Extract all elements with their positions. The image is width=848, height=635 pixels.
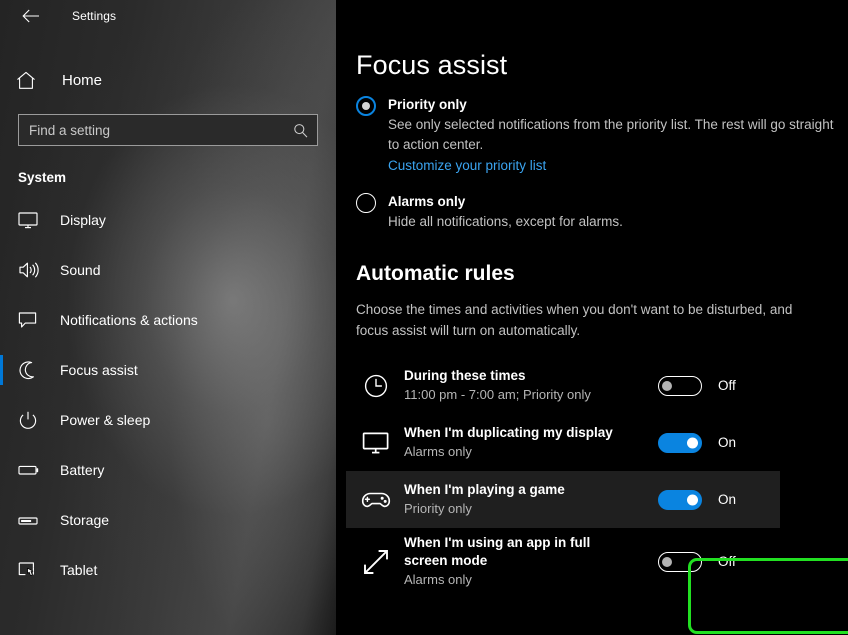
power-icon xyxy=(18,411,44,430)
rule-title: When I'm duplicating my display xyxy=(404,425,613,440)
window-title: Settings xyxy=(72,9,117,23)
back-button[interactable] xyxy=(12,1,50,31)
moon-icon xyxy=(18,360,44,380)
toggle-full-screen-app[interactable] xyxy=(658,551,702,572)
page-title: Focus assist xyxy=(356,50,508,80)
sidebar-item-home[interactable]: Home xyxy=(0,60,336,100)
home-icon xyxy=(16,71,48,90)
active-indicator xyxy=(0,405,3,435)
toggle-state-label: Off xyxy=(718,378,736,393)
rule-row-full-screen-app[interactable]: When I'm using an app in full screen mod… xyxy=(346,528,848,595)
speaker-icon xyxy=(18,261,44,279)
search-input[interactable] xyxy=(29,122,291,138)
sidebar: Settings Home System xyxy=(0,0,336,635)
sidebar-item-tablet[interactable]: Tablet xyxy=(0,545,336,595)
rule-row-during-these-times[interactable]: During these times 11:00 pm - 7:00 am; P… xyxy=(346,357,848,414)
rule-subtitle: Alarms only xyxy=(404,572,472,587)
monitor-icon xyxy=(356,431,396,455)
rule-subtitle: Alarms only xyxy=(404,444,472,459)
toggle-state-label: Off xyxy=(718,554,736,569)
rule-title: When I'm using an app in full screen mod… xyxy=(404,535,591,568)
radio-option-priority-only-title: Priority only xyxy=(388,97,467,112)
active-indicator xyxy=(0,255,3,285)
active-indicator xyxy=(0,555,3,585)
monitor-icon xyxy=(18,211,44,229)
rule-title: During these times xyxy=(404,368,526,383)
sidebar-item-focus-assist[interactable]: Focus assist xyxy=(0,345,336,395)
radio-button-selected[interactable] xyxy=(356,96,376,116)
sidebar-item-sound[interactable]: Sound xyxy=(0,245,336,295)
radio-option-alarms-only-title: Alarms only xyxy=(388,194,466,209)
radio-option-priority-only[interactable]: Priority only See only selected notifica… xyxy=(336,95,848,176)
toggle-duplicating-display[interactable] xyxy=(658,432,702,453)
rule-row-duplicating-display[interactable]: When I'm duplicating my display Alarms o… xyxy=(346,414,848,471)
sidebar-item-notifications[interactable]: Notifications & actions xyxy=(0,295,336,345)
sidebar-item-display-label: Display xyxy=(60,212,106,228)
automatic-rules-description: Choose the times and activities when you… xyxy=(356,302,793,338)
sidebar-item-storage[interactable]: Storage xyxy=(0,495,336,545)
storage-drive-icon xyxy=(18,514,44,527)
radio-option-alarms-only-description: Hide all notifications, except for alarm… xyxy=(388,214,623,229)
battery-icon xyxy=(18,463,44,477)
clock-icon xyxy=(356,373,396,399)
sidebar-item-battery[interactable]: Battery xyxy=(0,445,336,495)
toggle-state-label: On xyxy=(718,492,737,507)
toggle-during-these-times[interactable] xyxy=(658,375,702,396)
search-box[interactable] xyxy=(18,114,318,146)
sidebar-item-power-sleep-label: Power & sleep xyxy=(60,412,151,428)
sidebar-section-title: System xyxy=(18,170,67,185)
back-arrow-icon xyxy=(22,9,40,23)
focus-mode-radio-group: Priority only See only selected notifica… xyxy=(336,95,848,232)
radio-option-alarms-only[interactable]: Alarms only Hide all notifications, exce… xyxy=(336,192,848,232)
radio-option-priority-only-description: See only selected notifications from the… xyxy=(388,117,834,152)
title-bar: Settings xyxy=(0,0,336,32)
settings-window: Settings Home System xyxy=(0,0,848,635)
customize-priority-list-link[interactable]: Customize your priority list xyxy=(388,156,546,176)
main-content: Focus assist Priority only See only sele… xyxy=(336,0,848,635)
active-indicator xyxy=(0,205,3,235)
toggle-playing-a-game[interactable] xyxy=(658,489,702,510)
sidebar-item-battery-label: Battery xyxy=(60,462,105,478)
automatic-rules-list: During these times 11:00 pm - 7:00 am; P… xyxy=(336,357,848,595)
sidebar-item-home-label: Home xyxy=(62,71,103,89)
rule-row-playing-a-game[interactable]: When I'm playing a game Priority only On xyxy=(346,471,780,528)
active-indicator xyxy=(0,355,3,385)
rule-subtitle: Priority only xyxy=(404,501,472,516)
sidebar-nav-list: Display Sound Notifications & actions Fo… xyxy=(0,195,336,595)
tablet-touch-icon xyxy=(18,561,44,580)
notification-balloon-icon xyxy=(18,311,44,329)
sidebar-item-storage-label: Storage xyxy=(60,512,110,528)
active-indicator xyxy=(0,305,3,335)
fullscreen-arrows-icon xyxy=(356,547,396,577)
sidebar-item-sound-label: Sound xyxy=(60,262,101,278)
sidebar-item-power-sleep[interactable]: Power & sleep xyxy=(0,395,336,445)
active-indicator xyxy=(0,455,3,485)
active-indicator xyxy=(0,505,3,535)
automatic-rules-heading: Automatic rules xyxy=(356,262,515,285)
sidebar-item-notifications-label: Notifications & actions xyxy=(60,312,198,328)
gamepad-icon xyxy=(356,489,396,511)
sidebar-item-tablet-label: Tablet xyxy=(60,562,98,578)
sidebar-item-focus-assist-label: Focus assist xyxy=(60,362,138,378)
rule-subtitle: 11:00 pm - 7:00 am; Priority only xyxy=(404,387,591,402)
rule-title: When I'm playing a game xyxy=(404,482,565,497)
search-icon[interactable] xyxy=(291,123,309,138)
sidebar-item-display[interactable]: Display xyxy=(0,195,336,245)
toggle-state-label: On xyxy=(718,435,737,450)
radio-button-unselected[interactable] xyxy=(356,193,376,213)
